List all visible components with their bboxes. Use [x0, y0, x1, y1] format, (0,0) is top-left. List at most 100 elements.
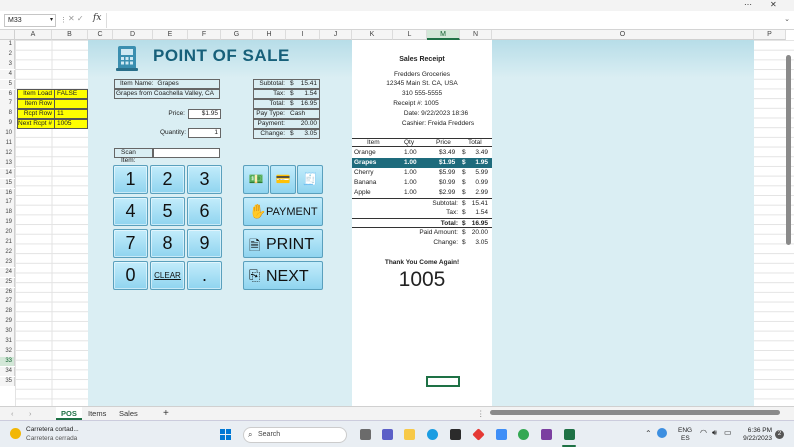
col-header-d[interactable]: D [113, 30, 153, 40]
tab-pos[interactable]: POS [56, 407, 82, 420]
tab-sales[interactable]: Sales [114, 407, 143, 420]
row-header[interactable]: 14 [0, 169, 15, 179]
row-header[interactable]: 3 [0, 60, 15, 70]
key-0[interactable]: 0 [113, 261, 148, 290]
payment-button[interactable]: ✋PAYMENT [243, 197, 323, 226]
row-header[interactable]: 31 [0, 337, 15, 347]
warning-icon[interactable] [10, 428, 21, 439]
chevron-up-icon[interactable]: ⌃ [645, 429, 652, 438]
col-header-g[interactable]: G [221, 30, 253, 40]
print-button[interactable]: 🗎PRINT [243, 229, 323, 258]
key-8[interactable]: 8 [150, 229, 185, 258]
taskbar-search[interactable]: ⌕Search [243, 427, 347, 443]
store-icon[interactable] [450, 429, 461, 440]
row-header[interactable]: 24 [0, 268, 15, 278]
key-7[interactable]: 7 [113, 229, 148, 258]
close-icon[interactable]: ✕ [770, 0, 777, 10]
table-row-selected[interactable]: Grapes 1.00 $1.95 $ 1.95 [352, 158, 492, 168]
teams-icon[interactable] [382, 429, 393, 440]
key-4[interactable]: 4 [113, 197, 148, 226]
row-header[interactable]: 7 [0, 99, 15, 109]
col-header-j[interactable]: J [320, 30, 352, 40]
col-header-m[interactable]: M [427, 30, 460, 40]
col-header-o[interactable]: O [492, 30, 754, 40]
row-header[interactable]: 9 [0, 119, 15, 129]
row-header[interactable]: 27 [0, 297, 15, 307]
payment-value[interactable]: 20.00 [301, 120, 317, 128]
row-header[interactable]: 1 [0, 40, 15, 50]
row-header[interactable]: 6 [0, 90, 15, 100]
row-header[interactable]: 30 [0, 327, 15, 337]
col-header-e[interactable]: E [153, 30, 188, 40]
row-header[interactable]: 4 [0, 70, 15, 80]
row-header[interactable]: 19 [0, 218, 15, 228]
battery-icon[interactable]: ▭ [724, 428, 732, 437]
clock-time[interactable]: 6:36 PM [742, 427, 772, 434]
item-description-field[interactable]: Grapes from Coachella Valley, CA [114, 89, 220, 99]
vertical-scrollbar[interactable] [786, 55, 791, 245]
col-header-k[interactable]: K [352, 30, 393, 40]
row-header[interactable]: 2 [0, 50, 15, 60]
window-control-icon[interactable]: ⋯ [744, 0, 752, 10]
item-name-field[interactable]: Item Name: Grapes [114, 79, 220, 89]
row-header[interactable]: 5 [0, 80, 15, 90]
cancel-confirm-icons[interactable]: ✕ ✓ [68, 14, 84, 23]
row-header[interactable]: 13 [0, 159, 15, 169]
news-title[interactable]: Carretera cortad... [26, 426, 79, 433]
row-header[interactable]: 21 [0, 238, 15, 248]
row-header[interactable]: 10 [0, 129, 15, 139]
table-row[interactable]: Banana 1.00 $0.99 $ 0.99 [352, 178, 492, 188]
clear-button[interactable]: CLEAR [150, 261, 185, 290]
select-all-corner[interactable] [0, 30, 15, 40]
row-header[interactable]: 32 [0, 347, 15, 357]
row-header[interactable]: 34 [0, 367, 15, 377]
app-icon[interactable] [472, 428, 484, 440]
row-header[interactable]: 29 [0, 317, 15, 327]
row-header[interactable]: 23 [0, 258, 15, 268]
col-header-p[interactable]: P [754, 30, 786, 40]
notification-badge[interactable]: 2 [775, 430, 784, 439]
col-header-l[interactable]: L [393, 30, 427, 40]
row-header[interactable]: 25 [0, 278, 15, 288]
row-header[interactable]: 12 [0, 149, 15, 159]
card-payment-button[interactable]: 💳 [270, 165, 296, 194]
vscode-icon[interactable] [496, 429, 507, 440]
item-load-value[interactable]: FALSE [55, 89, 88, 99]
row-header[interactable]: 8 [0, 109, 15, 119]
add-sheet-icon[interactable]: + [158, 407, 174, 420]
cloud-icon[interactable] [657, 428, 667, 438]
row-header[interactable]: 22 [0, 248, 15, 258]
cash-payment-button[interactable]: 💵 [243, 165, 269, 194]
quantity-input[interactable]: 1 [188, 128, 221, 138]
pay-type-row[interactable]: Pay Type:Cash [253, 109, 320, 119]
chrome-icon[interactable] [518, 429, 529, 440]
row-header[interactable]: 26 [0, 288, 15, 298]
wifi-icon[interactable]: ◠ [700, 428, 707, 437]
key-decimal[interactable]: . [187, 261, 222, 290]
check-payment-button[interactable]: 🧾 [297, 165, 323, 194]
row-header[interactable]: 18 [0, 208, 15, 218]
chevron-down-icon[interactable]: ▾ [50, 15, 53, 26]
price-value[interactable]: $1.95 [188, 109, 221, 119]
col-header-b[interactable]: B [52, 30, 88, 40]
table-row[interactable]: Cherry 1.00 $5.99 $ 5.99 [352, 168, 492, 178]
windows-start-icon[interactable] [220, 429, 232, 441]
key-6[interactable]: 6 [187, 197, 222, 226]
table-row[interactable]: Orange 1.00 $3.49 $ 3.49 [352, 148, 492, 158]
onenote-icon[interactable] [541, 429, 552, 440]
col-header-h[interactable]: H [253, 30, 286, 40]
row-header[interactable]: 35 [0, 377, 15, 387]
row-header[interactable]: 11 [0, 139, 15, 149]
row-header[interactable]: 33 [0, 357, 15, 367]
language-indicator[interactable]: ENG [678, 427, 692, 434]
file-explorer-icon[interactable] [404, 429, 415, 440]
col-header-c[interactable]: C [88, 30, 113, 40]
key-1[interactable]: 1 [113, 165, 148, 194]
horizontal-scrollbar[interactable] [490, 410, 780, 415]
table-row[interactable]: Apple 1.00 $2.99 $ 2.99 [352, 188, 492, 198]
pay-type-value[interactable]: Cash [290, 110, 305, 118]
excel-icon[interactable] [564, 429, 575, 440]
col-header-a[interactable]: A [15, 30, 52, 40]
name-box[interactable]: M33▾ [4, 14, 56, 27]
col-header-n[interactable]: N [460, 30, 492, 40]
